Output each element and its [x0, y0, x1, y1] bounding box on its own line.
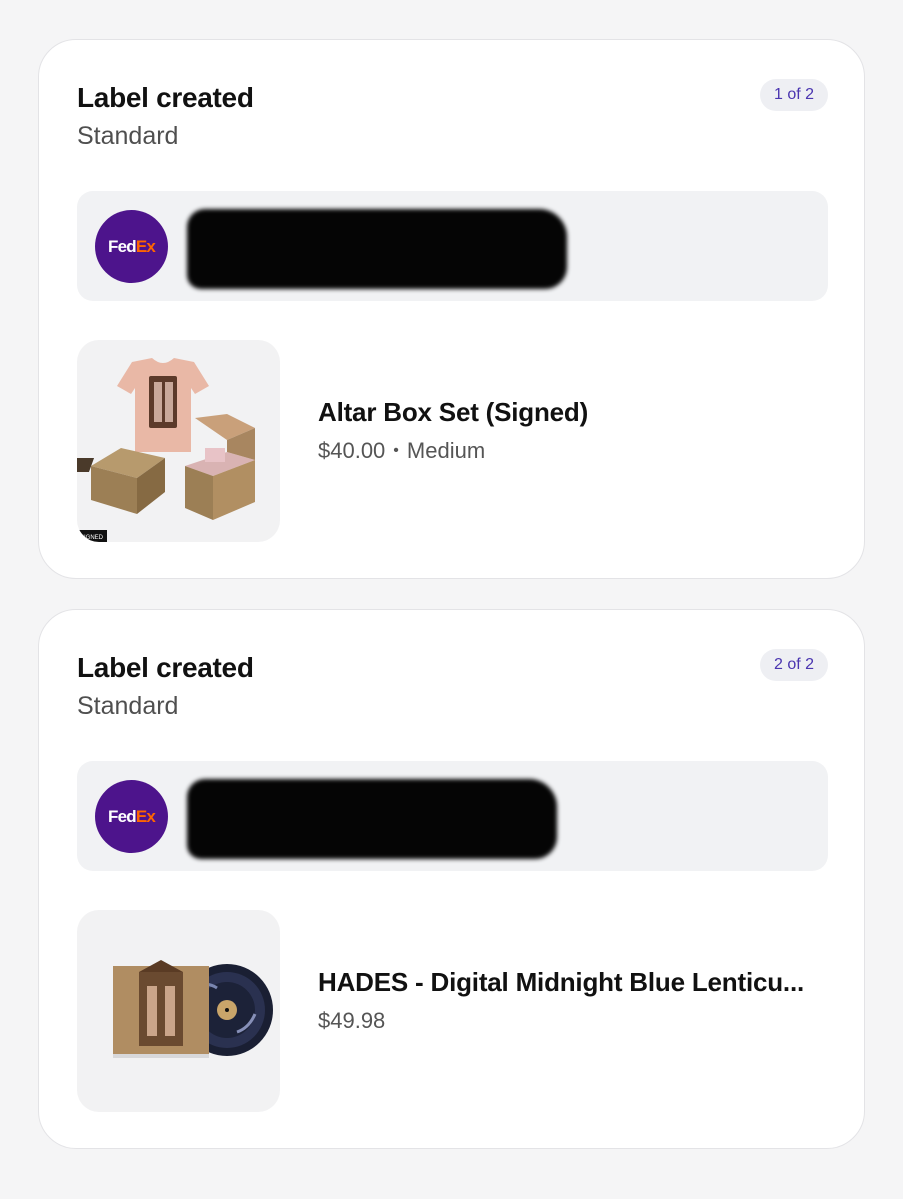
fedex-logo-ex: Ex — [135, 807, 156, 826]
product-name: HADES - Digital Midnight Blue Lenticu... — [318, 967, 804, 997]
signed-tag: SIGNED — [80, 535, 104, 541]
fedex-logo-icon: FedEx — [95, 780, 168, 853]
package-count-badge: 2 of 2 — [759, 649, 828, 681]
product-image[interactable] — [77, 910, 280, 1112]
tracking-row[interactable]: FedEx — [77, 761, 828, 871]
fedex-logo-ex: Ex — [135, 237, 156, 256]
shipment-card-2[interactable]: Label created Standard 2 of 2 FedEx HADE… — [38, 609, 865, 1149]
fedex-logo-fed: Fed — [107, 237, 137, 256]
package-count-badge: 1 of 2 — [759, 79, 828, 111]
product-variant: Medium — [406, 438, 486, 463]
product-info[interactable]: HADES - Digital Midnight Blue Lenticu...… — [318, 967, 838, 1034]
redacted-tracking-number — [187, 209, 567, 289]
product-meta: $40.00 • Medium — [318, 438, 838, 464]
vinyl-record-illustration-icon — [113, 960, 273, 1058]
shipment-card-1[interactable]: Label created Standard 1 of 2 FedEx SIGN… — [38, 39, 865, 579]
shipment-status: Label created — [77, 652, 254, 683]
product-meta: $49.98 — [318, 1008, 838, 1034]
product-info[interactable]: Altar Box Set (Signed) $40.00 • Medium — [318, 397, 838, 464]
product-price: $40.00 — [318, 438, 386, 463]
shipment-status: Label created — [77, 82, 254, 113]
shipping-service: Standard — [77, 692, 179, 720]
meta-separator: • — [393, 442, 399, 459]
shipping-service: Standard — [77, 122, 179, 150]
product-name: Altar Box Set (Signed) — [318, 397, 589, 427]
fedex-logo-fed: Fed — [107, 807, 137, 826]
box-set-illustration-icon: SIGNED — [77, 358, 255, 542]
fedex-logo-icon: FedEx — [95, 210, 168, 283]
product-image[interactable]: SIGNED — [77, 340, 280, 542]
tracking-row[interactable]: FedEx — [77, 191, 828, 301]
product-price: $49.98 — [318, 1008, 386, 1033]
redacted-tracking-number — [187, 779, 557, 859]
